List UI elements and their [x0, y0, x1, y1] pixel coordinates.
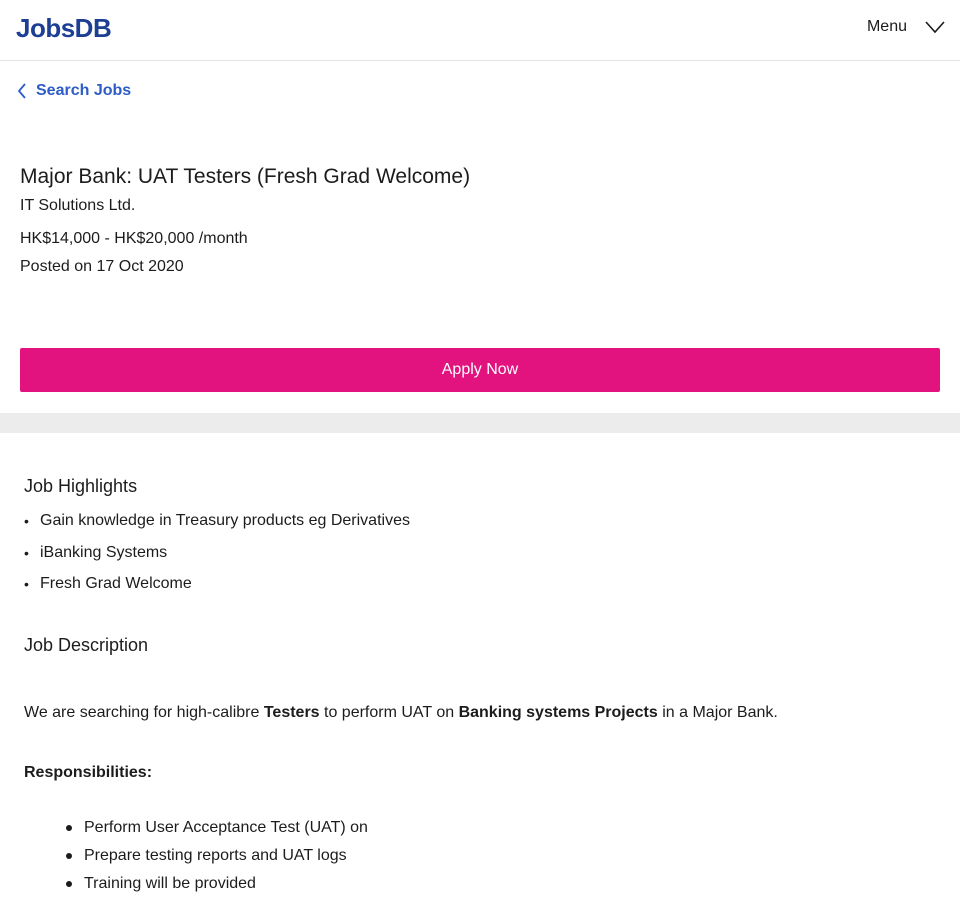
- job-header: Major Bank: UAT Testers (Fresh Grad Welc…: [20, 163, 940, 278]
- job-description-intro: We are searching for high-calibre Tester…: [24, 702, 778, 724]
- responsibilities-list: Perform User Acceptance Test (UAT) on Pr…: [66, 817, 368, 901]
- responsibility-text: Training will be provided: [84, 875, 256, 892]
- menu-label: Menu: [866, 18, 907, 35]
- job-title: Major Bank: UAT Testers (Fresh Grad Welc…: [20, 165, 471, 188]
- job-description-title: Job Description: [24, 635, 149, 655]
- list-item: Prepare testing reports and UAT logs: [66, 845, 368, 867]
- list-item: • iBanking Systems: [24, 542, 936, 564]
- intro-text: We are searching for high-calibre: [24, 704, 264, 721]
- intro-text: to perform UAT on: [319, 704, 459, 721]
- posted-prefix: Posted on: [20, 258, 97, 275]
- bullet-icon: [66, 881, 72, 887]
- job-highlights-title: Job Highlights: [24, 476, 138, 496]
- job-description-section: Job Description: [24, 635, 936, 656]
- highlight-text: iBanking Systems: [40, 543, 168, 561]
- posted-date: Posted on 17 Oct 2020: [20, 256, 940, 278]
- back-to-search-link[interactable]: Search Jobs: [16, 82, 131, 100]
- intro-text: in a Major Bank.: [657, 704, 778, 721]
- bullet-icon: •: [24, 513, 29, 529]
- responsibilities-title: Responsibilities:: [24, 764, 153, 781]
- chevron-down-icon: [925, 21, 945, 34]
- intro-bold-project: Banking systems Projects: [458, 704, 658, 721]
- highlight-text: Fresh Grad Welcome: [40, 575, 192, 592]
- highlight-text: Gain knowledge in Treasury products eg D…: [40, 512, 410, 529]
- intro-bold-role: Testers: [263, 704, 320, 721]
- bullet-icon: •: [24, 576, 29, 592]
- list-item: Perform User Acceptance Test (UAT) on: [66, 817, 368, 839]
- posted-date-value: 17 Oct 2020: [96, 258, 184, 275]
- company-name[interactable]: IT Solutions Ltd.: [20, 195, 940, 217]
- responsibility-text: Perform User Acceptance Test (UAT) on: [84, 819, 368, 836]
- jobsdb-logo[interactable]: JobsDB: [16, 13, 112, 44]
- list-item: • Fresh Grad Welcome: [24, 573, 936, 595]
- bullet-icon: [66, 825, 72, 831]
- chevron-left-icon: [17, 83, 26, 99]
- menu-button[interactable]: Menu: [867, 18, 945, 36]
- job-highlights-section: Job Highlights • Gain knowledge in Treasu…: [24, 476, 936, 605]
- list-item: Training will be provided: [66, 873, 368, 895]
- apply-now-button[interactable]: Apply Now: [20, 348, 940, 392]
- job-highlights-list: • Gain knowledge in Treasury products eg …: [24, 510, 936, 595]
- back-link-label: Search Jobs: [36, 82, 132, 99]
- list-item: • Gain knowledge in Treasury products eg …: [24, 510, 936, 532]
- bullet-icon: •: [24, 544, 29, 561]
- section-divider: [0, 413, 960, 433]
- bullet-icon: [66, 853, 72, 859]
- top-bar: JobsDB Menu: [0, 0, 960, 61]
- responsibility-text: Prepare testing reports and UAT logs: [84, 847, 347, 864]
- salary-range: HK$14,000 - HK$20,000 /month: [20, 230, 248, 247]
